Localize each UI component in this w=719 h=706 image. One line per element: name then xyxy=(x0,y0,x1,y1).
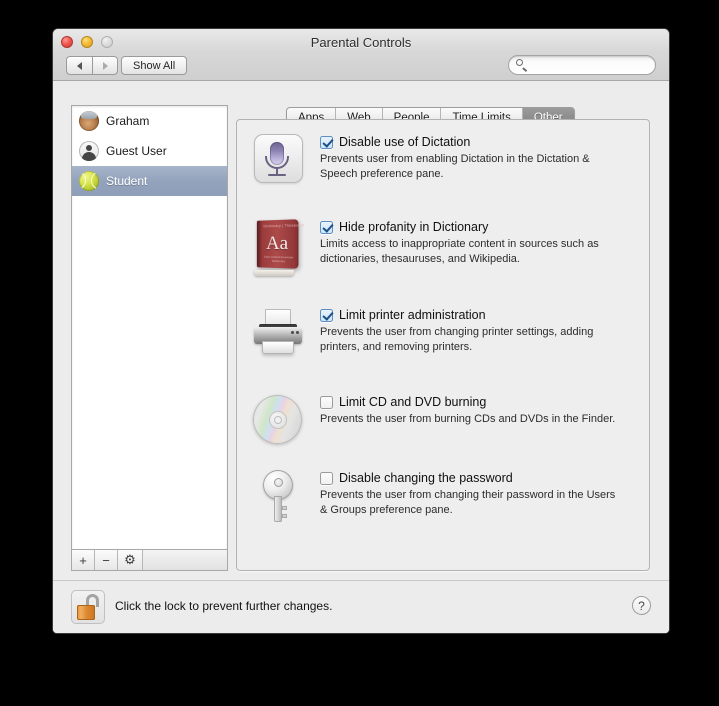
option-label-text: Disable changing the password xyxy=(339,471,513,485)
gear-icon[interactable]: ⚙ xyxy=(118,550,143,570)
option-row-printer: Limit printer administration Prevents th… xyxy=(250,305,640,361)
user-list-item-student[interactable]: Student xyxy=(72,166,227,196)
option-label-text: Limit printer administration xyxy=(339,308,486,322)
search-input[interactable] xyxy=(533,58,655,72)
triangle-left-icon xyxy=(77,61,82,70)
back-button[interactable] xyxy=(66,56,92,75)
checkbox-disable-changing-password[interactable] xyxy=(320,472,333,485)
option-text-dictionary: Hide profanity in Dictionary Limits acce… xyxy=(320,217,625,273)
checkbox-limit-cd-dvd-burning[interactable] xyxy=(320,396,333,409)
option-text-printer: Limit printer administration Prevents th… xyxy=(320,305,625,361)
option-label-row-dictation[interactable]: Disable use of Dictation xyxy=(320,135,625,149)
guest-silhouette-avatar xyxy=(79,141,99,161)
option-text-password: Disable changing the password Prevents t… xyxy=(320,468,625,524)
lock-hint-text: Click the lock to prevent further change… xyxy=(115,599,333,613)
dictionary-book-icon: Dictionary | Thesaurus Aa New Oxford Ame… xyxy=(250,217,306,276)
option-row-password: Disable changing the password Prevents t… xyxy=(250,468,640,524)
option-row-cd-dvd: Limit CD and DVD burning Prevents the us… xyxy=(250,392,640,448)
option-label-row-cd-dvd[interactable]: Limit CD and DVD burning xyxy=(320,395,615,409)
checkbox-disable-dictation[interactable] xyxy=(320,136,333,149)
window-title: Parental Controls xyxy=(310,35,412,50)
microphone-icon xyxy=(250,132,306,188)
show-all-button[interactable]: Show All xyxy=(121,56,188,75)
option-label-row-dictionary[interactable]: Hide profanity in Dictionary xyxy=(320,220,625,234)
option-label-text: Hide profanity in Dictionary xyxy=(339,220,489,234)
option-text-dictation: Disable use of Dictation Prevents user f… xyxy=(320,132,625,188)
add-user-button[interactable]: + xyxy=(72,550,95,570)
compact-disc-icon xyxy=(250,392,306,448)
user-list[interactable]: Graham Guest User Student xyxy=(71,105,228,550)
option-label-row-password[interactable]: Disable changing the password xyxy=(320,471,625,485)
help-button[interactable]: ? xyxy=(632,596,651,615)
bottom-bar: Click the lock to prevent further change… xyxy=(53,580,669,633)
search-field[interactable] xyxy=(508,55,656,75)
user-list-item-guest-user[interactable]: Guest User xyxy=(72,136,227,166)
book-subtitle-text: New Oxford American Dictionary xyxy=(264,254,294,264)
remove-user-button[interactable]: − xyxy=(95,550,118,570)
user-name-label: Student xyxy=(106,174,148,188)
printer-icon xyxy=(250,305,306,361)
footer-spacer xyxy=(143,550,227,570)
user-list-footer: + − ⚙ xyxy=(71,550,228,571)
user-name-label: Graham xyxy=(106,114,150,128)
tennis-ball-avatar xyxy=(79,171,99,191)
window-titlebar: Parental Controls Show All xyxy=(53,29,669,81)
navigation-buttons xyxy=(66,56,118,75)
option-description: Prevents the user from changing printer … xyxy=(320,326,594,353)
option-description: Prevents the user from burning CDs and D… xyxy=(320,413,616,425)
user-name-label: Guest User xyxy=(106,144,167,158)
book-aa-glyph: Aa xyxy=(266,232,289,255)
option-description: Prevents the user from changing their pa… xyxy=(320,489,616,516)
parental-controls-window: Parental Controls Show All Graham Guest … xyxy=(52,28,670,634)
other-settings-pane: Disable use of Dictation Prevents user f… xyxy=(236,119,650,571)
option-label-text: Disable use of Dictation xyxy=(339,135,471,149)
window-body: Graham Guest User Student + − ⚙ Apps Web… xyxy=(53,81,669,633)
option-description: Prevents user from enabling Dictation in… xyxy=(320,153,590,180)
option-label-text: Limit CD and DVD burning xyxy=(339,395,487,409)
search-icon xyxy=(515,58,529,72)
option-row-dictionary: Dictionary | Thesaurus Aa New Oxford Ame… xyxy=(250,217,640,276)
user-photo-avatar xyxy=(79,111,99,131)
unlocked-padlock-icon[interactable] xyxy=(71,590,105,624)
user-list-item-graham[interactable]: Graham xyxy=(72,106,227,136)
option-description: Limits access to inappropriate content i… xyxy=(320,238,599,265)
book-header-text: Dictionary | Thesaurus xyxy=(263,223,305,229)
option-text-cd-dvd: Limit CD and DVD burning Prevents the us… xyxy=(320,392,615,448)
option-row-dictation: Disable use of Dictation Prevents user f… xyxy=(250,132,640,188)
checkbox-hide-profanity[interactable] xyxy=(320,221,333,234)
forward-button xyxy=(92,56,118,75)
triangle-right-icon xyxy=(102,61,108,70)
checkbox-limit-printer-administration[interactable] xyxy=(320,309,333,322)
option-label-row-printer[interactable]: Limit printer administration xyxy=(320,308,625,322)
key-icon xyxy=(250,468,306,524)
